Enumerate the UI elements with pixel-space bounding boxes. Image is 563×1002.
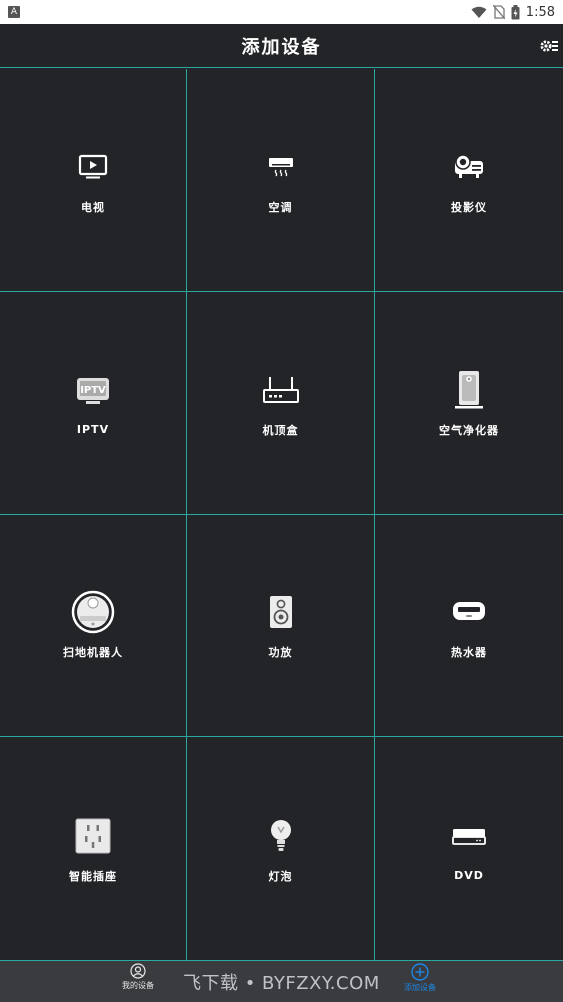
device-dvd[interactable]: DVD: [375, 737, 563, 960]
device-label: 机顶盒: [262, 423, 299, 437]
wifi-icon: [471, 6, 487, 18]
clock: 1:58: [525, 4, 555, 20]
tab-add-device[interactable]: 添加设备: [404, 963, 436, 993]
tv-icon: [78, 154, 108, 179]
device-iptv[interactable]: IPTV IPTV: [0, 291, 187, 515]
svg-text:IPTV: IPTV: [80, 385, 106, 396]
no-sim-icon: [492, 5, 505, 19]
app-notification-icon: A: [8, 6, 20, 18]
device-label: 投影仪: [451, 200, 487, 214]
water-heater-icon: [453, 602, 485, 621]
page-title: 添加设备: [241, 36, 322, 58]
gear-list-icon: [540, 40, 558, 52]
bottom-nav: 我的设备 飞下载 • BYFZXY.COM 添加设备: [0, 960, 563, 1002]
user-circle-icon: [130, 963, 146, 979]
device-label: 功放: [268, 646, 293, 660]
projector-icon: [455, 154, 483, 178]
air-purifier-icon: [455, 370, 483, 409]
light-bulb-icon: [270, 819, 291, 851]
device-water-heater[interactable]: 热水器: [375, 515, 563, 738]
device-label: 灯泡: [268, 869, 293, 883]
add-circle-icon: [411, 963, 429, 981]
device-air-purifier[interactable]: 空气净化器: [375, 292, 563, 515]
dvd-player-icon: [452, 829, 486, 846]
device-light-bulb[interactable]: 灯泡: [187, 737, 375, 960]
robot-vacuum-icon: [71, 591, 115, 634]
device-smart-socket[interactable]: 智能插座: [0, 737, 187, 960]
device-label: DVD: [454, 869, 484, 883]
settings-button[interactable]: [539, 36, 559, 56]
device-grid: 电视 空调 投影仪 IPTV IPTV 机顶盒 空气净化器 扫地机器人 功放 热…: [0, 69, 563, 960]
title-bar: 添加设备: [0, 24, 563, 68]
smart-socket-icon: [75, 818, 111, 854]
air-conditioner-icon: [268, 157, 293, 177]
device-label: 扫地机器人: [63, 646, 123, 660]
device-label: IPTV: [76, 423, 110, 437]
watermark: 飞下载 • BYFZXY.COM: [183, 973, 380, 994]
device-set-top-box[interactable]: 机顶盒: [187, 291, 375, 515]
tab-my-devices-label: 我的设备: [122, 981, 154, 990]
set-top-box-icon: [262, 376, 299, 403]
device-tv[interactable]: 电视: [0, 69, 187, 292]
device-air-conditioner[interactable]: 空调: [187, 69, 375, 292]
battery-charging-icon: [511, 4, 520, 19]
device-label: 空调: [268, 200, 293, 214]
device-label: 电视: [81, 200, 105, 214]
tab-add-device-label: 添加设备: [404, 983, 436, 992]
device-amplifier[interactable]: 功放: [187, 514, 375, 738]
device-label: 智能插座: [69, 869, 117, 883]
device-robot-vacuum[interactable]: 扫地机器人: [0, 514, 187, 738]
tab-my-devices[interactable]: 我的设备: [122, 963, 154, 991]
iptv-icon: IPTV: [77, 378, 109, 405]
status-bar: A 1:58: [0, 0, 563, 24]
device-projector[interactable]: 投影仪: [375, 69, 563, 292]
device-label: 空气净化器: [439, 423, 499, 437]
speaker-icon: [269, 596, 292, 629]
device-label: 热水器: [451, 646, 487, 660]
